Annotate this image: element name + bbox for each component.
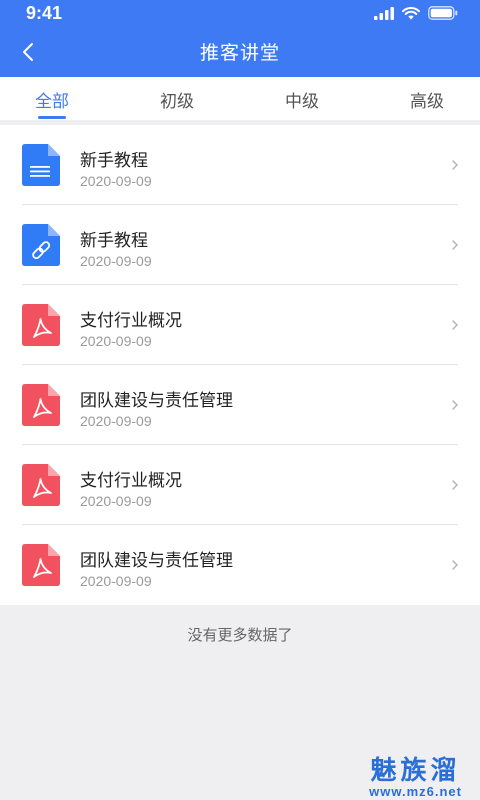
item-title: 团队建设与责任管理	[80, 391, 233, 410]
tab-all[interactable]: 全部	[22, 87, 82, 112]
list-item[interactable]: 新手教程 2020-09-09	[0, 205, 480, 285]
list-item[interactable]: 支付行业概况 2020-09-09	[0, 445, 480, 525]
pdf-icon	[22, 384, 60, 426]
tab-beginner[interactable]: 初级	[147, 87, 207, 112]
chevron-right-icon	[452, 560, 459, 570]
course-list: 新手教程 2020-09-09 新手教程 2020-09-09 支付行业概况 2…	[0, 125, 480, 605]
pdf-icon	[22, 464, 60, 506]
item-title: 新手教程	[80, 231, 148, 250]
header-bar: 9:41 推客讲堂	[0, 0, 480, 77]
doc-icon	[22, 144, 60, 186]
watermark-url: www.mz6.net	[369, 784, 462, 799]
item-date: 2020-09-09	[80, 173, 152, 189]
chevron-right-icon	[452, 320, 459, 330]
list-item[interactable]: 团队建设与责任管理 2020-09-09	[0, 365, 480, 445]
pdf-icon	[22, 304, 60, 346]
item-title: 团队建设与责任管理	[80, 551, 233, 570]
chevron-right-icon	[452, 240, 459, 250]
no-more-data-label: 没有更多数据了	[187, 627, 293, 644]
tab-intermediate[interactable]: 中级	[272, 87, 332, 112]
chevron-right-icon	[452, 400, 459, 410]
wifi-icon	[402, 6, 420, 19]
list-item[interactable]: 新手教程 2020-09-09	[0, 125, 480, 205]
pdf-icon	[22, 544, 60, 586]
item-date: 2020-09-09	[80, 253, 152, 269]
item-date: 2020-09-09	[80, 333, 152, 349]
status-bar: 9:41	[0, 0, 480, 26]
page-title: 推客讲堂	[199, 43, 280, 64]
tab-advanced[interactable]: 高级	[397, 87, 457, 112]
signal-icon	[374, 6, 394, 20]
item-title: 支付行业概况	[80, 471, 182, 490]
status-icons	[374, 6, 458, 20]
watermark-logo: 魅族溜 www.mz6.net	[369, 756, 462, 799]
chevron-right-icon	[452, 480, 459, 490]
item-title: 新手教程	[80, 151, 148, 170]
nav-bar: 推客讲堂	[0, 26, 480, 77]
watermark-name: 魅族溜	[370, 755, 461, 785]
status-time: 9:41	[26, 3, 63, 23]
chevron-right-icon	[452, 160, 459, 170]
link-icon	[22, 224, 60, 266]
battery-icon	[428, 6, 458, 20]
item-date: 2020-09-09	[80, 493, 152, 509]
item-date: 2020-09-09	[80, 573, 152, 589]
active-tab-indicator	[38, 116, 66, 119]
list-item[interactable]: 支付行业概况 2020-09-09	[0, 285, 480, 365]
list-item[interactable]: 团队建设与责任管理 2020-09-09	[0, 525, 480, 605]
level-tabs: 全部 初级 中级 高级	[0, 77, 480, 120]
item-title: 支付行业概况	[80, 311, 182, 330]
item-date: 2020-09-09	[80, 413, 152, 429]
